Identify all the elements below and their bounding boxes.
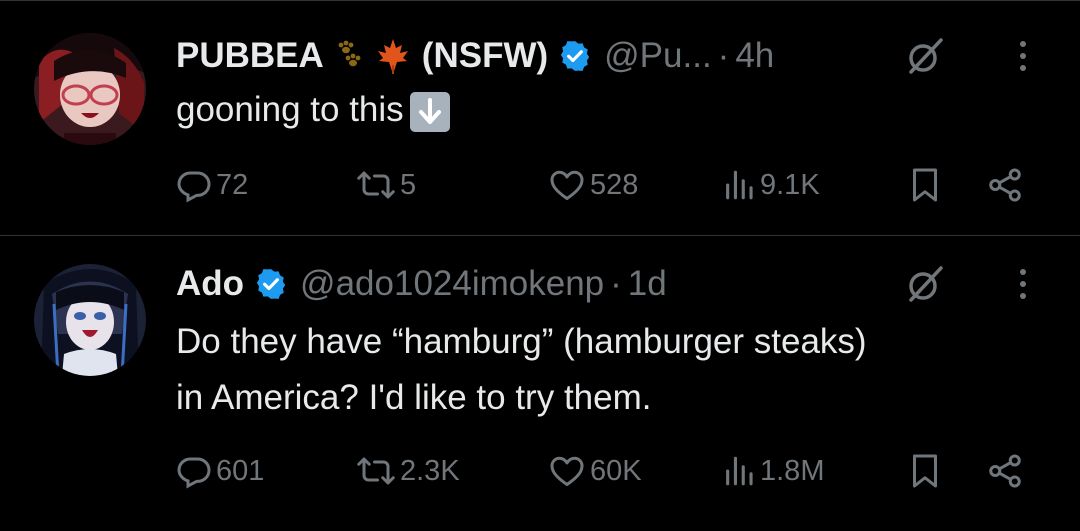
like-button[interactable]: 528 (548, 160, 638, 210)
like-icon (550, 170, 584, 200)
reply-button[interactable]: 601 (176, 446, 264, 496)
bookmark-icon (913, 168, 937, 202)
more-options-icon[interactable] (1008, 262, 1038, 306)
tweet-actions: 72 5 528 9.1K (0, 160, 1080, 210)
timestamp[interactable]: 4h (735, 36, 774, 76)
share-icon (989, 168, 1021, 202)
more-options-icon[interactable] (1008, 34, 1038, 78)
display-name[interactable]: Ado (176, 264, 244, 304)
paw-prints-emoji (332, 39, 366, 73)
views-count: 1.8M (760, 454, 825, 487)
user-handle[interactable]: @Pu... (604, 36, 712, 76)
maple-leaf-emoji (374, 37, 412, 75)
like-button[interactable]: 60K (548, 446, 642, 496)
bookmark-icon (913, 454, 937, 488)
down-arrow-emoji (409, 92, 450, 132)
repost-icon (357, 457, 395, 485)
bookmark-button[interactable] (909, 160, 941, 210)
share-button[interactable] (986, 446, 1024, 496)
repost-button[interactable]: 2.3K (356, 446, 460, 496)
views-icon (726, 456, 753, 486)
views-button[interactable]: 9.1K (722, 160, 820, 210)
reply-icon (177, 171, 211, 203)
repost-count: 5 (400, 168, 417, 201)
tweet-text: Do they have “hamburg” (hamburger steaks… (176, 314, 1056, 426)
views-count: 9.1K (760, 168, 820, 201)
bookmark-button[interactable] (909, 446, 941, 496)
grok-icon[interactable] (903, 262, 947, 306)
repost-count: 2.3K (400, 454, 460, 487)
verified-badge-icon (558, 39, 592, 73)
share-icon (989, 454, 1021, 488)
user-handle[interactable]: @ado1024imokenp (300, 264, 604, 304)
avatar[interactable] (34, 264, 146, 376)
avatar[interactable] (34, 33, 146, 145)
views-button[interactable]: 1.8M (722, 446, 824, 496)
tweet-header: PUBBEA (NSFW) @Pu... · 4h (176, 32, 774, 80)
like-icon (550, 456, 584, 486)
tweet-header: Ado @ado1024imokenp · 1d (176, 260, 667, 308)
repost-button[interactable]: 5 (356, 160, 416, 210)
tweet-text-line: gooning to this (176, 90, 404, 129)
tweet-text: gooning to this (176, 82, 1056, 138)
tweet-1[interactable]: PUBBEA (NSFW) @Pu... · 4h gooning to thi… (0, 0, 1080, 235)
separator-dot: · (717, 36, 730, 75)
share-button[interactable] (986, 160, 1024, 210)
repost-icon (357, 171, 395, 199)
views-icon (726, 170, 753, 200)
reply-icon (177, 457, 211, 489)
display-name-suffix[interactable]: (NSFW) (422, 36, 548, 76)
tweet-actions: 601 2.3K 60K 1.8M (0, 446, 1080, 496)
timestamp[interactable]: 1d (628, 264, 667, 304)
reply-button[interactable]: 72 (176, 160, 248, 210)
separator-dot: · (610, 264, 622, 303)
like-count: 528 (590, 168, 639, 201)
grok-icon[interactable] (903, 34, 947, 78)
tweet-text-line: Do they have “hamburg” (hamburger steaks… (176, 322, 867, 361)
verified-badge-icon (254, 267, 288, 301)
tweet-text-line: in America? I'd like to try them. (176, 378, 652, 417)
reply-count: 601 (216, 454, 265, 487)
like-count: 60K (590, 454, 642, 487)
display-name[interactable]: PUBBEA (176, 36, 324, 76)
tweet-2[interactable]: Ado @ado1024imokenp · 1d Do they have “h… (0, 236, 1080, 531)
reply-count: 72 (216, 168, 249, 201)
